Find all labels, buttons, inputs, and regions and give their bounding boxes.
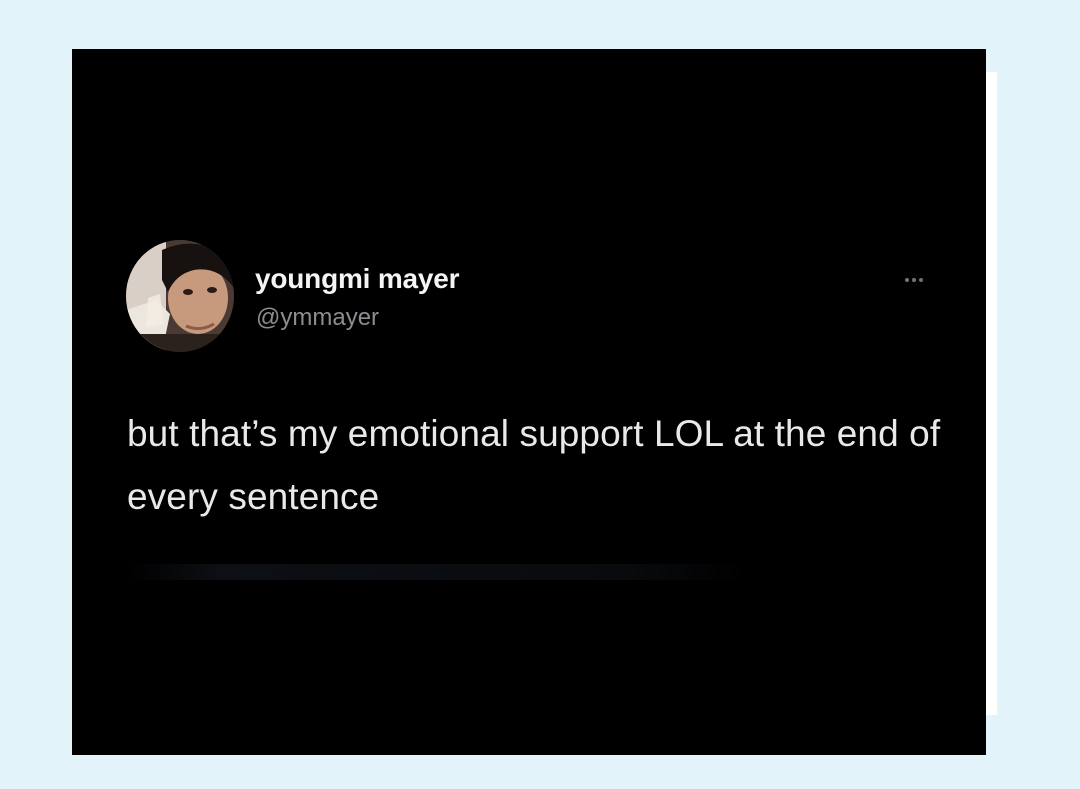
more-horizontal-icon: [912, 278, 916, 282]
more-horizontal-icon: [919, 278, 923, 282]
display-name[interactable]: youngmi mayer: [255, 263, 460, 295]
background-edge-strip: [986, 72, 997, 715]
faded-metadata-line: [127, 564, 747, 580]
tweet-card: youngmi mayer @ymmayer but that’s my emo…: [72, 49, 986, 755]
profile-photo: [126, 240, 234, 352]
user-handle[interactable]: @ymmayer: [256, 304, 379, 332]
more-horizontal-icon: [905, 278, 909, 282]
tweet-text: but that’s my emotional support LOL at t…: [127, 413, 941, 517]
more-options-button[interactable]: [896, 271, 932, 289]
avatar[interactable]: [126, 240, 234, 352]
